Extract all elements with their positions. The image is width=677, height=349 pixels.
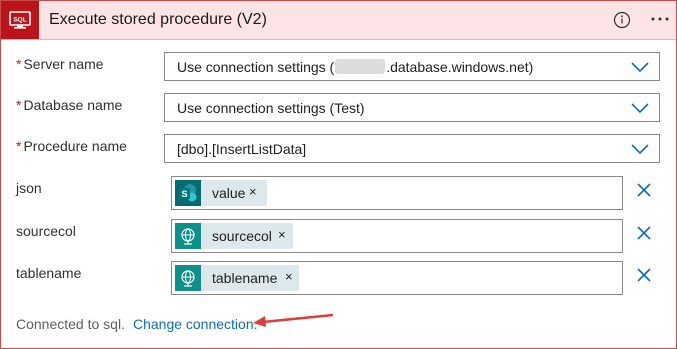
action-card: SQL Execute stored procedure (V2) * Serve… bbox=[0, 0, 677, 349]
more-options-icon[interactable] bbox=[649, 9, 671, 29]
connection-status: Connected to sql. bbox=[16, 316, 125, 332]
procedure-name-value: [dbo].[InsertListData] bbox=[177, 141, 307, 157]
svg-text:SQL: SQL bbox=[13, 17, 26, 24]
required-marker: * bbox=[16, 56, 22, 72]
dynamic-content-token[interactable]: tablename × bbox=[175, 265, 299, 291]
tablename-input[interactable]: tablename × bbox=[171, 261, 623, 295]
annotation-arrow-icon bbox=[253, 313, 334, 327]
globe-icon bbox=[175, 223, 201, 249]
clear-icon[interactable] bbox=[636, 182, 652, 198]
sql-connector-tile: SQL bbox=[1, 1, 39, 39]
server-name-label: * Server name bbox=[16, 56, 104, 72]
action-title: Execute stored procedure (V2) bbox=[49, 11, 267, 28]
globe-icon bbox=[175, 265, 201, 291]
dynamic-content-token[interactable]: S value × bbox=[175, 180, 267, 206]
procedure-name-label: * Procedure name bbox=[16, 138, 127, 154]
sharepoint-icon: S bbox=[175, 180, 201, 206]
svg-text:S: S bbox=[181, 189, 187, 199]
change-connection-link[interactable]: Change connection. bbox=[133, 316, 258, 332]
tablename-label: tablename bbox=[16, 265, 82, 281]
remove-token-button[interactable]: × bbox=[278, 227, 286, 242]
clear-icon[interactable] bbox=[636, 267, 652, 283]
database-name-dropdown[interactable]: Use connection settings (Test) bbox=[164, 93, 660, 122]
chevron-down-icon[interactable] bbox=[631, 61, 649, 73]
token-label: sourcecol bbox=[212, 228, 272, 244]
procedure-name-dropdown[interactable]: [dbo].[InsertListData] bbox=[164, 134, 660, 163]
server-name-value: Use connection settings (.database.windo… bbox=[177, 59, 534, 75]
database-name-value: Use connection settings (Test) bbox=[177, 100, 365, 116]
json-input[interactable]: S value × bbox=[171, 176, 623, 210]
server-name-dropdown[interactable]: Use connection settings (.database.windo… bbox=[164, 52, 660, 81]
connection-footer: Connected to sql. Change connection. bbox=[16, 316, 258, 332]
info-icon[interactable] bbox=[613, 11, 631, 29]
redacted-server-block bbox=[335, 59, 386, 74]
token-label: tablename bbox=[212, 270, 278, 286]
dynamic-content-token[interactable]: sourcecol × bbox=[175, 223, 293, 249]
database-name-label: * Database name bbox=[16, 97, 123, 113]
chevron-down-icon[interactable] bbox=[631, 143, 649, 155]
chevron-down-icon[interactable] bbox=[631, 102, 649, 114]
sql-icon: SQL bbox=[9, 11, 31, 29]
sourcecol-label: sourcecol bbox=[16, 223, 76, 239]
clear-icon[interactable] bbox=[636, 225, 652, 241]
json-label: json bbox=[16, 180, 42, 196]
sourcecol-input[interactable]: sourcecol × bbox=[171, 219, 623, 253]
remove-token-button[interactable]: × bbox=[249, 184, 257, 199]
token-label: value bbox=[212, 185, 246, 201]
remove-token-button[interactable]: × bbox=[285, 269, 293, 284]
action-header[interactable]: SQL Execute stored procedure (V2) bbox=[1, 1, 676, 40]
